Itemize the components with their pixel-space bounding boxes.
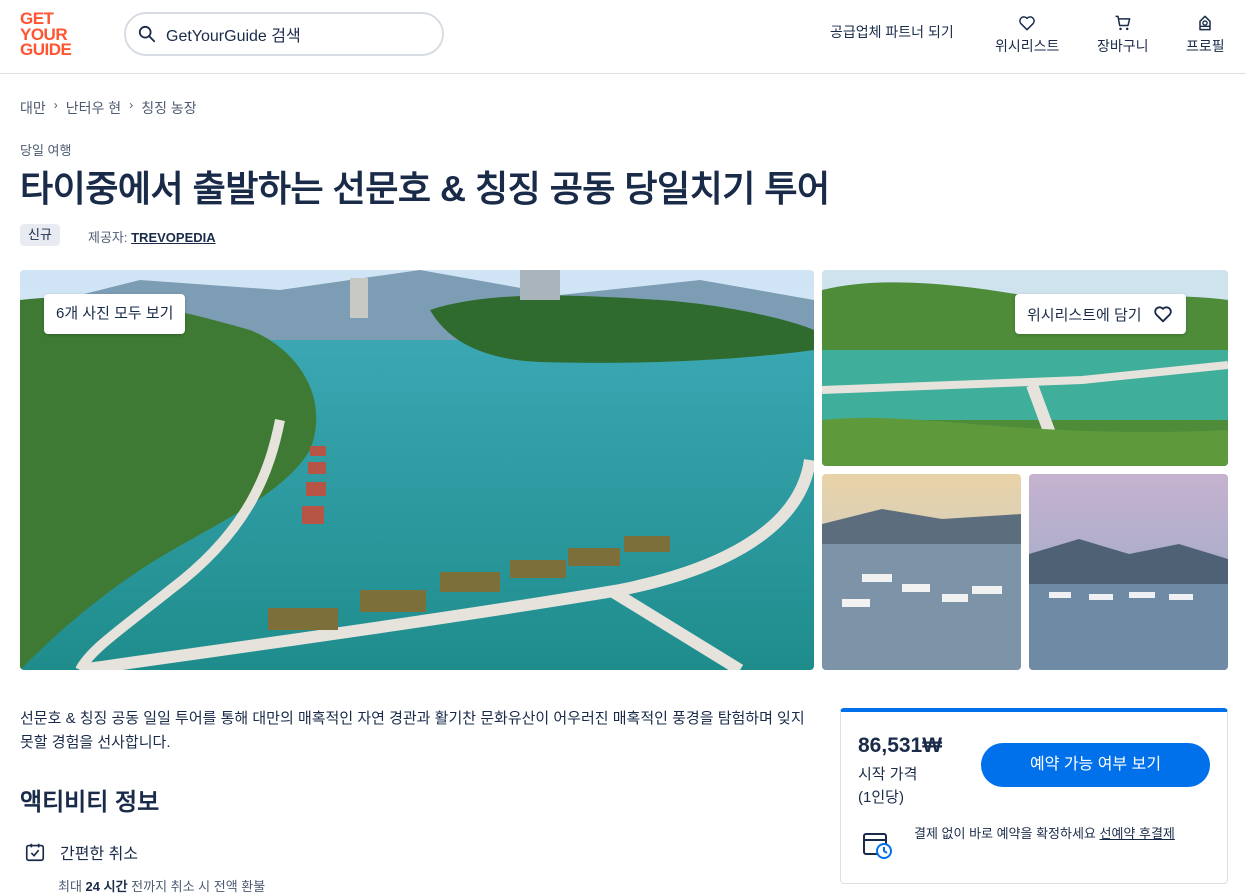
- calendar-clock-icon: [863, 833, 892, 859]
- price-unit: (1인당): [858, 789, 904, 806]
- breadcrumb-item-nantou[interactable]: 난터우 현: [66, 98, 121, 118]
- breadcrumb-item-qingjing[interactable]: 칭징 농장: [141, 98, 196, 118]
- free-cancellation-detail: 최대 24 시간 전까지 취소 시 전액 환불: [58, 876, 265, 895]
- booking-card: 86,531₩ 시작 가격 (1인당) 예약 가능 여부 보기 결제 없이 바로…: [840, 708, 1228, 884]
- free-cancellation-title: 간편한 취소: [60, 846, 139, 863]
- profile-nav[interactable]: 프로필: [1186, 13, 1225, 56]
- reserve-now-text: 결제 없이 바로 예약을 확정하세요: [914, 826, 1100, 841]
- site-header: GET YOUR GUIDE GetYourGuide 검색 공급업체 파트너 …: [0, 0, 1246, 74]
- price: 86,531₩: [858, 734, 943, 757]
- cart-icon: [1115, 15, 1131, 31]
- provider-info: 제공자: TREVOPEDIA: [88, 227, 216, 246]
- photo-lake-dusk[interactable]: [1029, 474, 1228, 670]
- view-all-photos-button[interactable]: 6개 사진 모두 보기: [44, 294, 186, 334]
- activity-description: 선문호 & 칭징 공동 일일 투어를 통해 대만의 매혹적인 자연 경관과 활기…: [20, 710, 805, 751]
- wishlist-nav[interactable]: 위시리스트: [995, 13, 1059, 56]
- search-placeholder: GetYourGuide 검색: [166, 28, 301, 45]
- profile-icon: [1199, 15, 1212, 31]
- add-to-wishlist-button[interactable]: 위시리스트에 담기: [1015, 294, 1186, 334]
- search-icon: [138, 25, 156, 43]
- search-input[interactable]: GetYourGuide 검색: [124, 12, 444, 56]
- cancellation-suffix: 전까지 취소 시 전액 환불: [127, 879, 266, 894]
- cart-label: 장바구니: [1097, 38, 1149, 54]
- provider-label: 제공자:: [88, 230, 132, 245]
- breadcrumb-item-taiwan[interactable]: 대만: [20, 98, 46, 118]
- wishlist-label: 위시리스트: [995, 38, 1060, 54]
- page-title: 타이중에서 출발하는 선문호 & 칭징 공동 당일치기 투어: [20, 168, 830, 209]
- supplier-link[interactable]: 공급업체 파트너 되기: [830, 22, 954, 42]
- reserve-now-pay-later: 결제 없이 바로 예약을 확정하세요 선예약 후결제: [914, 824, 1214, 844]
- heart-icon: [1153, 306, 1172, 323]
- calendar-check-icon: [25, 843, 45, 862]
- free-cancellation-feature: 간편한 취소: [24, 840, 138, 864]
- activity-category: 당일 여행: [20, 143, 72, 158]
- cancellation-prefix: 최대: [58, 879, 86, 894]
- chevron-right-icon: ›: [129, 98, 134, 112]
- lake-dusk-photo: [1029, 474, 1228, 670]
- price-label: 시작 가격: [858, 766, 918, 783]
- photo-harbor-sunset[interactable]: [822, 474, 1021, 670]
- logo-line-3: GUIDE: [20, 40, 72, 59]
- logo-line-1: GET: [20, 9, 54, 28]
- breadcrumb: 대만 › 난터우 현 › 칭징 농장: [20, 98, 197, 118]
- heart-icon: [1019, 16, 1036, 31]
- activity-info-title: 액티비티 정보: [20, 789, 160, 816]
- chevron-right-icon: ›: [53, 98, 58, 112]
- cart-nav[interactable]: 장바구니: [1097, 13, 1149, 56]
- profile-label: 프로필: [1186, 38, 1225, 54]
- add-to-wishlist-label: 위시리스트에 담기: [1027, 306, 1142, 324]
- provider-link[interactable]: TREVOPEDIA: [131, 230, 216, 245]
- logo[interactable]: GET YOUR GUIDE: [20, 9, 80, 59]
- harbor-sunset-photo: [822, 474, 1021, 670]
- reserve-now-link[interactable]: 선예약 후결제: [1100, 826, 1175, 841]
- cancellation-hours: 24 시간: [85, 879, 128, 894]
- check-availability-button[interactable]: 예약 가능 여부 보기: [981, 743, 1210, 787]
- new-badge: 신규: [20, 224, 60, 246]
